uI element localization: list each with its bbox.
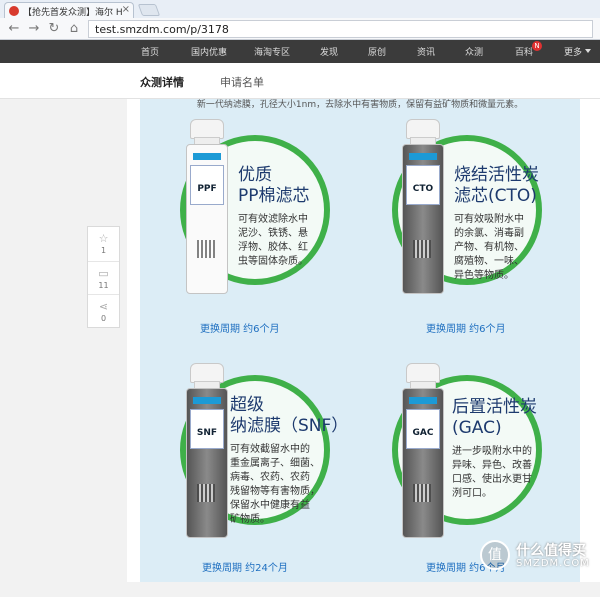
filter-bottle-snf: SNF bbox=[186, 363, 228, 538]
replacement-period: 更换周期 约6个月 bbox=[426, 324, 506, 335]
product-title: 烧结活性炭 滤芯(CTO) bbox=[454, 165, 539, 206]
browser-tab-strip: 【抢先首发众测】海尔 H × bbox=[0, 0, 600, 18]
bottle-label: SNF bbox=[190, 409, 224, 449]
nav-item-wiki[interactable]: 百科 bbox=[515, 45, 533, 58]
watermark-domain: SMZDM.COM bbox=[516, 558, 590, 569]
comment-icon: ▭ bbox=[98, 267, 109, 280]
side-action-toolbar: ☆ 1 ▭ 11 ⋖ 0 bbox=[87, 226, 120, 328]
forward-arrow-icon[interactable]: → bbox=[26, 21, 42, 37]
chevron-down-icon bbox=[585, 49, 591, 53]
nav-item-domestic[interactable]: 国内优惠 bbox=[191, 45, 227, 58]
product-description: 可有效滤除水中 泥沙、铁锈、悬 浮物、胶体、红 虫等固体杂质。 bbox=[238, 214, 308, 267]
replacement-period: 更换周期 约24个月 bbox=[202, 563, 288, 574]
article-intro: 新一代纳滤膜，孔径大小1nm，去除水中有害物质，保留有益矿物质和微量元素。 bbox=[196, 100, 524, 110]
replacement-period: 更换周期 约6个月 bbox=[200, 324, 280, 335]
tab-zhongce-details[interactable]: 众测详情 bbox=[140, 74, 184, 90]
product-description: 可有效截留水中的 重金属离子、细菌、 病毒、农药、农药 残留物等有害物质， 保留… bbox=[230, 444, 320, 525]
bottle-label: CTO bbox=[406, 165, 440, 205]
product-description: 进一步吸附水中的 异味、异色、改善 口感、使出水更甘 洌可口。 bbox=[452, 446, 532, 499]
share-button[interactable]: ⋖ 0 bbox=[88, 294, 119, 327]
product-title: 超级 纳滤膜（SNF） bbox=[230, 395, 349, 436]
bottle-label: GAC bbox=[406, 409, 440, 449]
home-icon[interactable]: ⌂ bbox=[66, 21, 82, 37]
tab-title: 【抢先首发众测】海尔 H bbox=[23, 8, 123, 18]
site-nav-bar: 首页 国内优惠 海淘专区 发现 原创 资讯 众测 百科 N 更多 bbox=[0, 40, 600, 63]
close-tab-icon[interactable]: × bbox=[122, 4, 130, 15]
nav-item-home[interactable]: 首页 bbox=[141, 45, 159, 58]
comment-button[interactable]: ▭ 11 bbox=[88, 261, 119, 294]
like-button[interactable]: ☆ 1 bbox=[88, 227, 119, 260]
site-favicon-icon bbox=[9, 6, 19, 16]
nav-item-original[interactable]: 原创 bbox=[368, 45, 386, 58]
product-ppf: PPF 优质 PP棉滤芯 可有效滤除水中 泥沙、铁锈、悬 浮物、胶体、红 虫等固… bbox=[148, 117, 368, 357]
product-description: 可有效吸附水中 的余氯、消毒副 产物、有机物、 腐殖物、一味、 异色等物质。 bbox=[454, 214, 524, 281]
url-field[interactable]: test.smzdm.com/p/3178 bbox=[88, 20, 593, 38]
nav-item-more[interactable]: 更多 bbox=[564, 45, 582, 58]
tab-applicant-list[interactable]: 申请名单 bbox=[220, 74, 264, 90]
watermark-logo-icon: 值 bbox=[480, 540, 510, 570]
product-cto: CTO 烧结活性炭 滤芯(CTO) 可有效吸附水中 的余氯、消毒副 产物、有机物… bbox=[360, 117, 580, 357]
product-snf: SNF 超级 纳滤膜（SNF） 可有效截留水中的 重金属离子、细菌、 病毒、农药… bbox=[148, 357, 368, 597]
share-icon: ⋖ bbox=[98, 300, 109, 313]
bottle-label: PPF bbox=[190, 165, 224, 205]
product-title: 后置活性炭 (GAC) bbox=[452, 397, 537, 438]
filter-bottle-ppf: PPF bbox=[186, 119, 228, 294]
sub-tab-bar: 众测详情 申请名单 bbox=[0, 63, 600, 99]
article-image: 新一代纳滤膜，孔径大小1nm，去除水中有害物质，保留有益矿物质和微量元素。 PP… bbox=[140, 99, 580, 582]
nav-item-haitao[interactable]: 海淘专区 bbox=[254, 45, 290, 58]
nav-item-discover[interactable]: 发现 bbox=[320, 45, 338, 58]
star-icon: ☆ bbox=[98, 232, 109, 245]
nav-item-zhongce[interactable]: 众测 bbox=[465, 45, 483, 58]
comment-count: 11 bbox=[98, 281, 109, 290]
share-count: 0 bbox=[100, 314, 107, 323]
filter-bottle-gac: GAC bbox=[402, 363, 444, 538]
like-count: 1 bbox=[100, 246, 107, 255]
smzdm-watermark: 值 什么值得买 SMZDM.COM bbox=[480, 538, 600, 578]
address-toolbar: ← → ↻ ⌂ test.smzdm.com/p/3178 bbox=[0, 18, 600, 40]
filter-bottle-cto: CTO bbox=[402, 119, 444, 294]
browser-tab[interactable]: 【抢先首发众测】海尔 H × bbox=[4, 2, 134, 18]
back-arrow-icon[interactable]: ← bbox=[6, 21, 22, 37]
product-title: 优质 PP棉滤芯 bbox=[238, 165, 310, 206]
watermark-text: 什么值得买 bbox=[516, 543, 586, 559]
nav-item-news[interactable]: 资讯 bbox=[417, 45, 435, 58]
reload-icon[interactable]: ↻ bbox=[46, 21, 62, 37]
new-tab-button[interactable] bbox=[137, 4, 161, 16]
new-badge: N bbox=[532, 41, 542, 51]
